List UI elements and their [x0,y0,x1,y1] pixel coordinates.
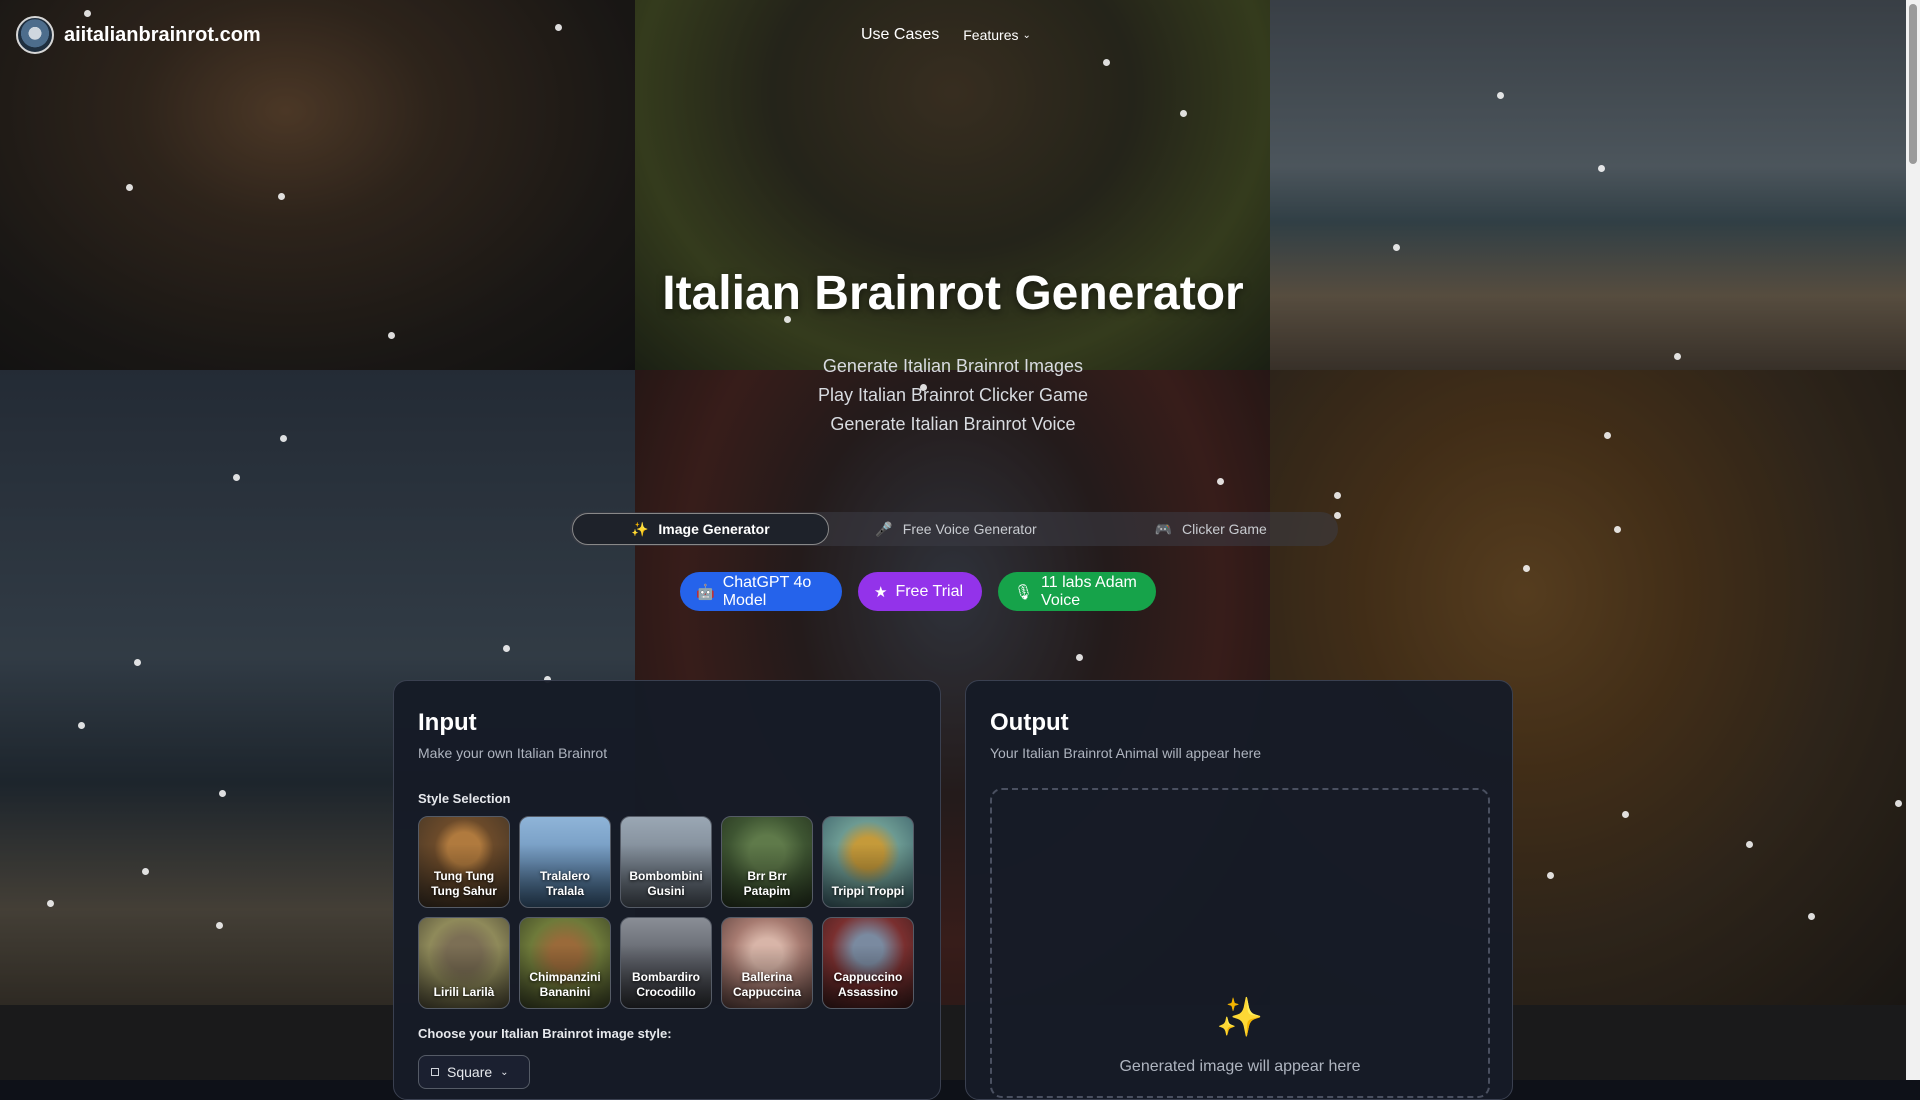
robot-icon: 🤖 [696,583,715,601]
star-icon: ★ [874,583,888,601]
snow-dot [1622,811,1629,818]
tab-label: Image Generator [658,521,770,537]
badge-chatgpt-model[interactable]: 🤖 ChatGPT 4o Model [680,572,842,611]
snow-dot [388,332,395,339]
style-label: Bombombini Gusini [629,869,703,898]
style-selection-label: Style Selection [418,791,511,806]
style-label: Bombardiro Crocodillo [631,970,700,999]
snow-dot [1746,841,1753,848]
snow-dot [47,900,54,907]
output-image-area: ✨ Generated image will appear here [990,788,1490,1098]
snow-dot [219,790,226,797]
snow-dot [1614,526,1621,533]
output-title: Output [990,709,1069,736]
style-tralalero-tralala[interactable]: Tralalero Tralala [519,816,611,908]
badge-label: 11 labs Adam Voice [1041,573,1137,609]
badge-free-trial[interactable]: ★ Free Trial [858,572,982,611]
top-nav: Use Cases Features ⌄ [861,26,1031,44]
snow-dot [1076,654,1083,661]
gamepad-icon: 🎮 [1154,520,1172,537]
chevron-down-icon: ⌄ [1022,29,1031,41]
style-grid: Tung Tung Tung Sahur Tralalero Tralala Bom… [418,816,914,1009]
input-title: Input [418,709,477,736]
tab-label: Free Voice Generator [902,521,1037,537]
style-label: Trippi Troppi [831,884,905,898]
snow-dot [1808,913,1815,920]
snow-dot [126,184,133,191]
input-subtitle: Make your own Italian Brainrot [418,745,608,761]
site-header: aiitalianbrainrot.com Use Cases Features… [0,0,1906,72]
hero-line: Generate Italian Brainrot Images [822,356,1084,376]
style-lirili-larila[interactable]: Lirili Larilà [418,917,510,1009]
tab-label: Clicker Game [1182,521,1267,537]
snow-dot [233,474,240,481]
mode-tabs: ✨ Image Generator 🎤 Free Voice Generator… [570,512,1338,546]
style-ballerina-cappuccina[interactable]: Ballerina Cappuccina [721,917,813,1009]
tab-clicker-game[interactable]: 🎮 Clicker Game [1083,514,1338,544]
badge-adam-voice[interactable]: 🎙 11 labs Adam Voice [998,572,1156,611]
snow-dot [1497,92,1504,99]
feature-badges: 🤖 ChatGPT 4o Model ★ Free Trial 🎙 11 lab… [680,572,1156,611]
snow-dot [1334,492,1341,499]
page-title: Italian Brainrot Generator [662,267,1244,320]
snow-dot [1598,165,1605,172]
image-style-select[interactable]: Square ⌄ [418,1055,530,1089]
microphone-icon: 🎙 [1014,583,1034,601]
snow-dot [1523,565,1530,572]
nav-features-label: Features [963,27,1019,43]
badge-label: ChatGPT 4o Model [722,573,812,609]
output-subtitle: Your Italian Brainrot Animal will appear… [990,745,1262,761]
hero-line: Play Italian Brainrot Clicker Game [817,385,1089,405]
snow-dot [1217,478,1224,485]
snow-dot [78,722,85,729]
microphone-icon: 🎤 [875,520,893,537]
square-icon [431,1068,439,1076]
tab-free-voice-generator[interactable]: 🎤 Free Voice Generator [829,514,1084,544]
sparkles-icon: ✨ [1216,997,1264,1039]
style-label: Tung Tung Tung Sahur [431,869,497,898]
page-scrollbar[interactable] [1906,0,1920,1080]
nav-use-cases[interactable]: Use Cases [861,26,939,44]
snow-dot [1180,110,1187,117]
snow-dot [216,922,223,929]
style-brr-brr-patapim[interactable]: Brr Brr Patapim [721,816,813,908]
style-chimpanzini-bananini[interactable]: Chimpanzini Bananini [519,917,611,1009]
chevron-down-icon: ⌄ [500,1066,509,1078]
tab-image-generator[interactable]: ✨ Image Generator [572,513,829,545]
style-label: Lirili Larilà [433,985,495,999]
input-card: Input Make your own Italian Brainrot Sty… [393,680,941,1100]
image-style-label: Choose your Italian Brainrot image style… [418,1026,672,1041]
nav-features-dropdown[interactable]: Features ⌄ [963,27,1031,43]
style-tung-tung-tung-sahur[interactable]: Tung Tung Tung Sahur [418,816,510,908]
hero-line: Generate Italian Brainrot Voice [830,414,1076,434]
snow-dot [278,193,285,200]
snow-dot [142,868,149,875]
snow-dot [1895,800,1902,807]
style-cappuccino-assassino[interactable]: Cappuccino Assassino [822,917,914,1009]
style-label: Cappuccino Assassino [833,970,903,999]
style-label: Chimpanzini Bananini [529,970,601,999]
snow-dot [503,645,510,652]
style-label: Tralalero Tralala [539,869,591,898]
style-label: Ballerina Cappuccina [732,970,801,999]
sparkles-icon: ✨ [630,520,649,537]
scrollbar-thumb[interactable] [1909,4,1917,164]
site-logo[interactable] [16,16,54,54]
style-label: Brr Brr Patapim [743,869,791,898]
badge-label: Free Trial [895,582,964,600]
style-bombombini-gusini[interactable]: Bombombini Gusini [620,816,712,908]
image-style-value: Square [447,1064,493,1080]
snow-dot [1393,244,1400,251]
style-trippi-troppi[interactable]: Trippi Troppi [822,816,914,908]
site-name-link[interactable]: aiitalianbrainrot.com [64,24,261,47]
snow-dot [134,659,141,666]
output-card: Output Your Italian Brainrot Animal will… [965,680,1513,1100]
hero-feature-list: Generate Italian Brainrot Images Play It… [0,352,1906,439]
bg-image-bottom [0,1005,1906,1080]
output-placeholder: Generated image will appear here [1119,1058,1361,1075]
style-bombardiro-crocodillo[interactable]: Bombardiro Crocodillo [620,917,712,1009]
snow-dot [1547,872,1554,879]
